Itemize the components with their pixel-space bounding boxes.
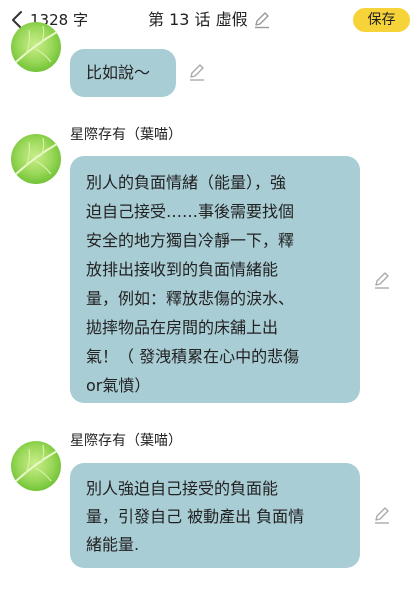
message-line: 迫自己接受……事後需要找個 <box>86 202 295 221</box>
message-line: 別人強迫自己接受的負面能 <box>86 479 279 498</box>
avatar[interactable] <box>11 441 61 491</box>
message-bubble[interactable]: 別人的負面情緒（能量），強 迫自己接受……事後需要找個 安全的地方獨自冷靜一下，… <box>70 156 360 403</box>
leaf-avatar-icon <box>15 137 58 175</box>
leaf-avatar-icon <box>15 444 58 482</box>
author-name: 星際存有（葉喵） <box>70 433 182 449</box>
pencil-icon[interactable] <box>372 270 392 290</box>
message-line: 緒能量. <box>86 535 140 554</box>
pencil-icon[interactable] <box>372 505 392 525</box>
avatar[interactable] <box>11 134 61 184</box>
message-line: 安全的地方獨自冷靜一下，釋 <box>86 231 295 250</box>
message-line: 放排出接收到的負面情緒能 <box>86 260 279 279</box>
author-name: 星際存有（葉喵） <box>70 127 182 143</box>
message-bubble[interactable]: 別人強迫自己接受的負面能 量，引發自己 被動產出 負面情 緒能量. <box>70 463 360 568</box>
message-text: 比如說～ <box>86 63 151 82</box>
message-line: 氣！（ 發洩積累在心中的悲傷 <box>86 347 300 366</box>
message-line: 量，例如：釋放悲傷的淚水、 <box>86 289 295 308</box>
message-line: 拋摔物品在房間的床舖上出 <box>86 318 279 337</box>
message-line: 量，引發自己 被動產出 負面情 <box>86 507 305 526</box>
message-line: or氣憤） <box>86 376 151 395</box>
avatar[interactable] <box>11 22 61 72</box>
chapter-title[interactable]: 第 13 话 虛假 <box>148 9 248 31</box>
leaf-avatar-icon <box>15 25 58 63</box>
message-bubble[interactable]: 比如說～ <box>70 49 176 97</box>
message-line: 別人的負面情緒（能量），強 <box>86 173 287 192</box>
pencil-icon[interactable] <box>187 62 207 82</box>
top-bar: 1328 字 第 13 话 虛假 保存 <box>0 0 417 40</box>
pencil-icon[interactable] <box>253 11 271 29</box>
save-button[interactable]: 保存 <box>353 8 410 32</box>
